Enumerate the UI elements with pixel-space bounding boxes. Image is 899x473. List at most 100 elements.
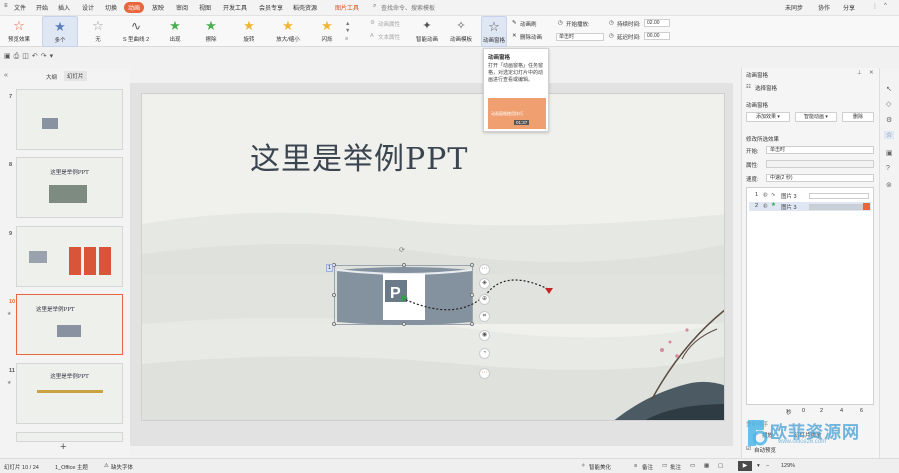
anim-pane-button[interactable]: ☆ 动画窗格 [481, 16, 507, 47]
delete-effect-button[interactable]: 删除 [842, 112, 874, 122]
text-props-button[interactable]: 文本属性 [378, 33, 400, 41]
effect-flash[interactable]: ★ 闪烁 [314, 16, 340, 47]
menu-file[interactable]: 文件 [14, 3, 26, 12]
search-icon[interactable]: ⌕ [373, 3, 376, 10]
item-dropdown-icon[interactable] [863, 203, 870, 210]
slide-thumbnail-9[interactable] [16, 226, 123, 287]
effect-list-item-selected[interactable]: 2 ◍ ★ 图片 3 [749, 202, 871, 211]
more-options-icon[interactable]: ⋯ [479, 264, 490, 275]
tab-slideshow[interactable]: 放映 [152, 3, 164, 12]
current-slide[interactable]: 这里是举例PPT [141, 93, 725, 421]
sidebar-adjust-icon[interactable]: ⚙ [886, 116, 892, 124]
resize-handle[interactable] [332, 322, 336, 326]
start-select[interactable]: 单击时 [766, 146, 874, 154]
resize-handle[interactable] [332, 293, 336, 297]
undo-icon[interactable]: ↶ [32, 53, 41, 60]
pin-icon[interactable]: ⊥ [857, 70, 862, 76]
preview-effect-button[interactable]: ☆ 预览效果 [4, 16, 34, 47]
tab-design[interactable]: 设计 [82, 3, 94, 12]
smart-anim-pane-button[interactable]: 智能动画 ▾ [795, 112, 837, 122]
tab-member[interactable]: 会员专享 [259, 3, 283, 12]
ribbon-scroll-down-icon[interactable]: ▼ [345, 28, 350, 34]
timing-bar[interactable] [809, 204, 863, 210]
share-button[interactable]: 分享 [843, 3, 855, 12]
sidebar-transition-icon[interactable]: ▣ [886, 149, 893, 157]
sidebar-select-icon[interactable]: ↖ [886, 85, 892, 93]
theme-name[interactable]: 1_Office 主题 [55, 463, 88, 471]
beautify-button[interactable]: 智能美化 [589, 463, 611, 471]
timing-bar[interactable] [809, 193, 869, 199]
sync-status[interactable]: 未同步 [785, 3, 803, 12]
start-play-select[interactable]: 单击时 [556, 33, 604, 41]
tab-review[interactable]: 审阅 [176, 3, 188, 12]
effect-wipe[interactable]: ★ 擦除 [198, 16, 224, 47]
delete-anim-button[interactable]: 删除动画 [520, 33, 542, 41]
command-search[interactable]: 查找命令、搜索模板 [381, 3, 435, 12]
normal-view-icon[interactable]: ▭ [690, 463, 695, 469]
sidebar-animation-icon[interactable]: ☆ [884, 131, 895, 139]
preview-icon[interactable]: ◫ [22, 53, 32, 60]
effect-zoom[interactable]: ★ 放大/缩小 [272, 16, 304, 47]
tab-view[interactable]: 视图 [199, 3, 211, 12]
reading-view-icon[interactable]: ▢ [718, 463, 723, 469]
sidebar-shape-icon[interactable]: ◇ [886, 100, 891, 108]
tab-picture-tools[interactable]: 图片工具 [335, 3, 359, 12]
speed-select[interactable]: 中速(2 秒) [766, 174, 874, 182]
tab-transition[interactable]: 切换 [105, 3, 117, 12]
tab-home[interactable]: 开始 [36, 3, 48, 12]
sidebar-help-icon[interactable]: ? [886, 165, 890, 172]
crop-icon[interactable]: ⌗ [479, 311, 490, 322]
slide-thumbnail-12[interactable] [16, 432, 123, 442]
save-icon[interactable]: ▣ [4, 53, 14, 60]
effect-appear[interactable]: ★ 出现 [162, 16, 188, 47]
collapse-ribbon-icon[interactable]: ^ [884, 3, 887, 9]
effect-none[interactable]: ☆ 无 [84, 16, 112, 47]
print-icon[interactable]: ⎙ [14, 53, 23, 60]
picture-effect-icon[interactable]: ◉ [479, 330, 490, 341]
effect-spin[interactable]: ★ 旋转 [236, 16, 262, 47]
anim-brush-button[interactable]: 动画刷 [520, 20, 537, 28]
slide-thumbnail-11[interactable]: 这里是举例PPT [16, 363, 123, 424]
layers-icon[interactable]: ◈ [479, 278, 490, 289]
add-slide-button[interactable]: + [60, 441, 66, 453]
resize-handle[interactable] [470, 263, 474, 267]
tab-outline[interactable]: 大纲 [46, 73, 57, 81]
ribbon-more-icon[interactable]: ≡ [345, 36, 348, 42]
collapse-panel-icon[interactable]: « [4, 72, 8, 79]
collab-button[interactable]: 协作 [818, 3, 830, 12]
delay-input[interactable]: 00.00 [644, 32, 670, 40]
close-pane-icon[interactable]: ✕ [869, 70, 874, 76]
zoom-level[interactable]: 129% [781, 463, 795, 469]
effect-list-item[interactable]: 1 ◍ ∿ 图片 3 [749, 191, 871, 200]
resize-handle[interactable] [402, 322, 406, 326]
tab-animation[interactable]: 动画 [124, 2, 145, 13]
select-pane-link[interactable]: 选择窗格 [755, 84, 777, 92]
zoom-dropdown-icon[interactable]: ▾ [757, 463, 760, 469]
effect-s-curve[interactable]: ∿ S 型曲线 2 [118, 16, 154, 47]
tab-slides[interactable]: 幻灯片 [64, 71, 87, 81]
rotate-handle-icon[interactable]: ⟳ [399, 246, 405, 254]
duration-input[interactable]: 02.00 [644, 19, 670, 27]
tab-developer[interactable]: 开发工具 [223, 3, 247, 12]
sidebar-more-icon[interactable]: ⊚ [886, 181, 892, 189]
slide-title[interactable]: 这里是举例PPT [250, 134, 468, 178]
resize-handle[interactable] [402, 263, 406, 267]
customize-icon[interactable]: ▾ [50, 53, 57, 60]
zoom-in-icon[interactable]: ⊕ [479, 294, 490, 305]
zoom-out-icon[interactable]: − [766, 463, 769, 469]
ribbon-scroll-up-icon[interactable]: ▲ [345, 21, 350, 27]
sorter-view-icon[interactable]: ▦ [704, 463, 709, 469]
tab-docer[interactable]: 稻壳资源 [293, 3, 317, 12]
menu-icon[interactable]: ≡ [4, 3, 8, 9]
smart-anim-button[interactable]: ✦ 智能动画 [413, 16, 441, 47]
missing-font-button[interactable]: 缺失字体 [111, 463, 133, 471]
comment-button[interactable]: 批注 [670, 463, 681, 471]
anim-props-button[interactable]: 动画属性 [378, 20, 400, 28]
tooltip-video-thumb[interactable]: 动画窗格使用技巧 01:37 [488, 98, 546, 129]
resize-handle[interactable] [470, 322, 474, 326]
effect-multiple[interactable]: ★ 多个 [42, 16, 78, 47]
anim-template-button[interactable]: ✧ 动画模板 [447, 16, 475, 47]
add-effect-button[interactable]: 添加效果 ▾ [746, 112, 790, 122]
redo-icon[interactable]: ↷ [41, 53, 50, 60]
more-tools-icon[interactable]: ⋯ [479, 368, 490, 379]
